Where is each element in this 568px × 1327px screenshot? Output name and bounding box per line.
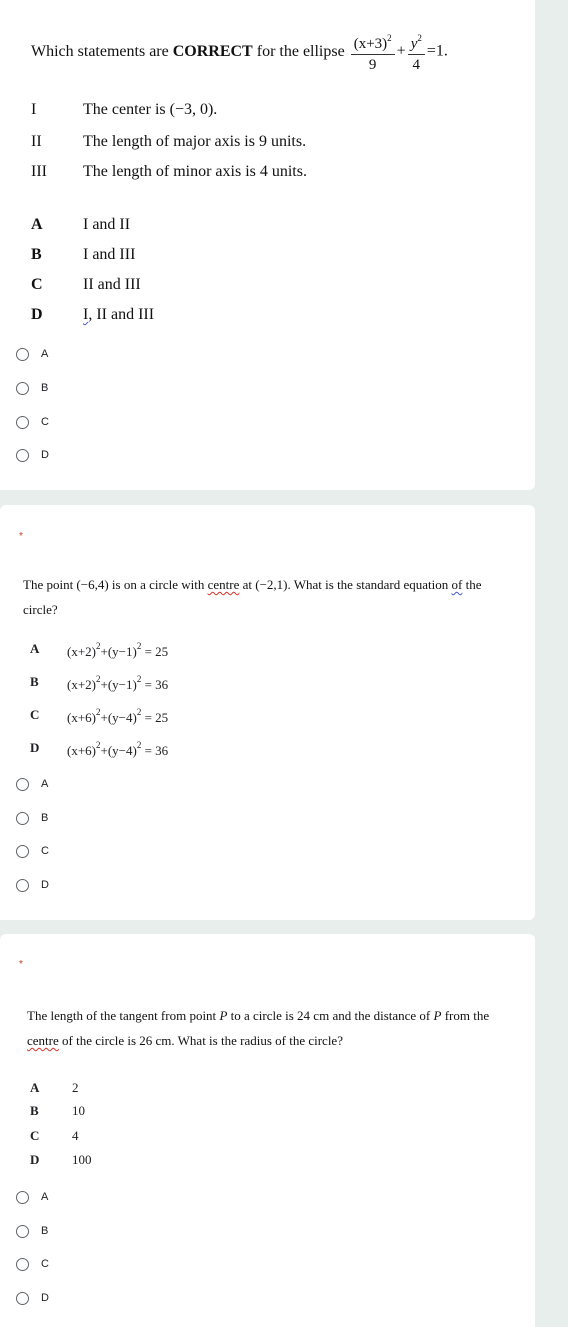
question-card-3: * The length of the tangent from point P…	[0, 934, 535, 1327]
radio-circle-icon[interactable]	[16, 878, 29, 892]
radio-q2-d[interactable]: D	[16, 875, 49, 895]
radio-q3-c[interactable]: C	[16, 1254, 49, 1274]
question-card-2: * The point (−6,4) is on a circle with c…	[0, 505, 535, 920]
option-c: C (x+6)2+(y−4)2 = 25	[30, 707, 169, 725]
radio-circle-icon[interactable]	[16, 844, 29, 858]
radio-circle-icon[interactable]	[16, 1224, 29, 1238]
option-c: C 4	[30, 1128, 79, 1143]
option-b: B 10	[30, 1103, 85, 1118]
radio-circle-icon[interactable]	[16, 347, 29, 361]
required-asterisk: *	[19, 959, 23, 970]
radio-circle-icon[interactable]	[16, 811, 29, 825]
radio-q2-a[interactable]: A	[16, 774, 48, 794]
radio-q1-a[interactable]: A	[16, 344, 48, 364]
option-a: A 2	[30, 1080, 79, 1095]
question-2-prompt: The point (−6,4) is on a circle with cen…	[23, 577, 482, 617]
option-d: D (x+6)2+(y−4)2 = 36	[30, 740, 169, 758]
required-asterisk: *	[19, 531, 23, 542]
option-a: A (x+2)2+(y−1)2 = 25	[30, 641, 169, 659]
radio-circle-icon[interactable]	[16, 1257, 29, 1271]
radio-q2-c[interactable]: C	[16, 841, 49, 861]
radio-circle-icon[interactable]	[16, 448, 29, 462]
radio-q1-c[interactable]: C	[16, 412, 49, 432]
radio-q2-b[interactable]: B	[16, 808, 48, 828]
radio-q3-b[interactable]: B	[16, 1221, 48, 1241]
radio-circle-icon[interactable]	[16, 415, 29, 429]
ellipse-term-2: y2 4	[407, 28, 425, 75]
question-3-prompt: The length of the tangent from point P t…	[27, 1008, 490, 1048]
question-1-prompt: Which statements are CORRECT for the ell…	[31, 28, 448, 75]
radio-q3-d[interactable]: D	[16, 1288, 49, 1308]
radio-q1-d[interactable]: D	[16, 445, 49, 465]
radio-circle-icon[interactable]	[16, 1190, 29, 1204]
option-d: D 100	[30, 1152, 92, 1167]
radio-circle-icon[interactable]	[16, 777, 29, 791]
option-b: B (x+2)2+(y−1)2 = 36	[30, 674, 169, 692]
radio-circle-icon[interactable]	[16, 381, 29, 395]
ellipse-term-1: (x+3)2 9	[350, 28, 395, 75]
radio-circle-icon[interactable]	[16, 1291, 29, 1305]
radio-q1-b[interactable]: B	[16, 378, 48, 398]
question-card-1: Which statements are CORRECT for the ell…	[0, 0, 535, 490]
radio-q3-a[interactable]: A	[16, 1187, 48, 1207]
